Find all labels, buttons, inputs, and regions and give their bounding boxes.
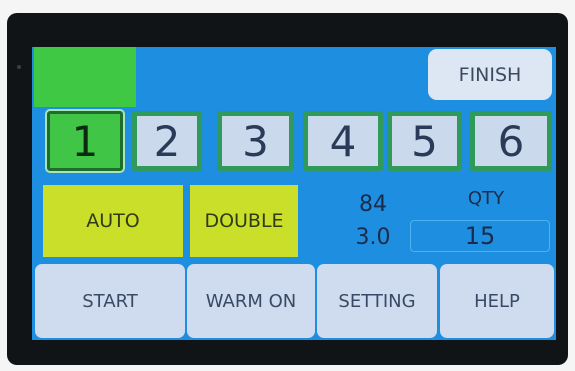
finish-button[interactable]: FINISH xyxy=(428,49,552,100)
start-button[interactable]: START xyxy=(35,264,185,338)
channel-button-1[interactable]: 1 xyxy=(47,111,123,171)
status-indicator xyxy=(34,47,136,107)
channel-button-2[interactable]: 2 xyxy=(132,111,202,171)
channel-button-6[interactable]: 6 xyxy=(470,111,552,171)
channel-button-5[interactable]: 5 xyxy=(387,111,462,171)
help-button[interactable]: HELP xyxy=(440,264,554,338)
auto-mode-button[interactable]: AUTO xyxy=(43,185,183,257)
double-mode-button[interactable]: DOUBLE xyxy=(190,185,298,257)
setting-button[interactable]: SETTING xyxy=(317,264,437,338)
bezel-sensor-dot xyxy=(17,65,21,69)
readout-value-secondary: 3.0 xyxy=(355,225,391,250)
qty-field[interactable]: 15 xyxy=(410,220,550,252)
touch-screen: FINISH 1 2 3 4 5 6 AUTO DOUBLE 84 3.0 QT… xyxy=(32,47,556,340)
qty-label: QTY xyxy=(467,188,505,209)
channel-button-3[interactable]: 3 xyxy=(217,111,294,171)
readout-value-primary: 84 xyxy=(359,192,387,217)
channel-button-4[interactable]: 4 xyxy=(303,111,383,171)
warm-on-button[interactable]: WARM ON xyxy=(187,264,315,338)
